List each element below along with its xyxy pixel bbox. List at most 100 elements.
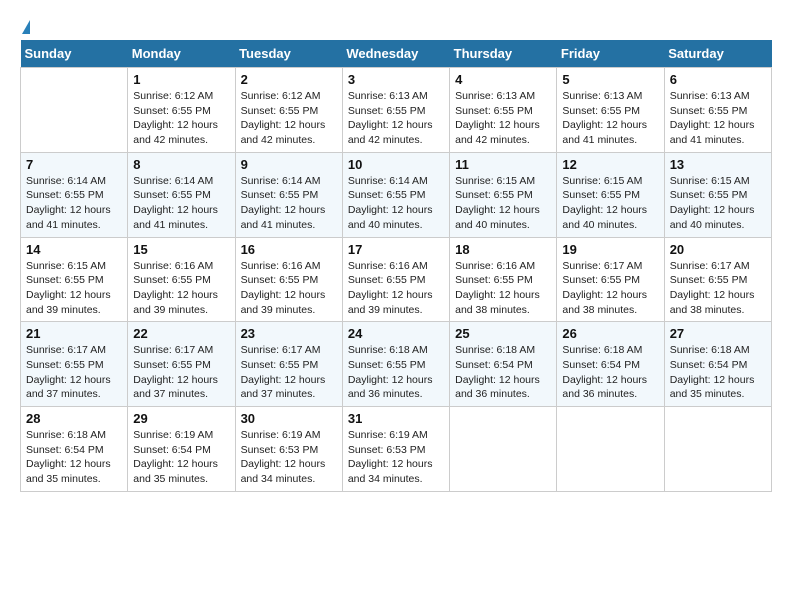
day-info: Sunrise: 6:13 AM Sunset: 6:55 PM Dayligh… <box>455 89 551 148</box>
col-header-thursday: Thursday <box>450 40 557 68</box>
day-number: 31 <box>348 411 444 426</box>
calendar-cell: 20 Sunrise: 6:17 AM Sunset: 6:55 PM Dayli… <box>664 237 771 322</box>
header-row: SundayMondayTuesdayWednesdayThursdayFrid… <box>21 40 772 68</box>
day-number: 27 <box>670 326 766 341</box>
calendar-cell: 30 Sunrise: 6:19 AM Sunset: 6:53 PM Dayli… <box>235 407 342 492</box>
day-info: Sunrise: 6:14 AM Sunset: 6:55 PM Dayligh… <box>133 174 229 233</box>
logo-triangle-icon <box>22 20 30 34</box>
day-info: Sunrise: 6:17 AM Sunset: 6:55 PM Dayligh… <box>133 343 229 402</box>
calendar-cell: 9 Sunrise: 6:14 AM Sunset: 6:55 PM Daylig… <box>235 152 342 237</box>
day-number: 11 <box>455 157 551 172</box>
day-info: Sunrise: 6:14 AM Sunset: 6:55 PM Dayligh… <box>26 174 122 233</box>
day-info: Sunrise: 6:15 AM Sunset: 6:55 PM Dayligh… <box>562 174 658 233</box>
day-number: 4 <box>455 72 551 87</box>
day-number: 16 <box>241 242 337 257</box>
day-number: 8 <box>133 157 229 172</box>
day-number: 29 <box>133 411 229 426</box>
calendar-cell: 18 Sunrise: 6:16 AM Sunset: 6:55 PM Dayli… <box>450 237 557 322</box>
day-number: 9 <box>241 157 337 172</box>
day-info: Sunrise: 6:13 AM Sunset: 6:55 PM Dayligh… <box>670 89 766 148</box>
day-info: Sunrise: 6:13 AM Sunset: 6:55 PM Dayligh… <box>348 89 444 148</box>
calendar-cell: 19Sunrise: 6:17 AM Sunset: 6:55 PM Dayli… <box>557 237 664 322</box>
calendar-cell <box>557 407 664 492</box>
day-info: Sunrise: 6:14 AM Sunset: 6:55 PM Dayligh… <box>241 174 337 233</box>
calendar-cell: 23Sunrise: 6:17 AM Sunset: 6:55 PM Dayli… <box>235 322 342 407</box>
day-info: Sunrise: 6:16 AM Sunset: 6:55 PM Dayligh… <box>241 259 337 318</box>
calendar-cell: 27 Sunrise: 6:18 AM Sunset: 6:54 PM Dayli… <box>664 322 771 407</box>
calendar-cell: 7 Sunrise: 6:14 AM Sunset: 6:55 PM Daylig… <box>21 152 128 237</box>
calendar-cell: 15 Sunrise: 6:16 AM Sunset: 6:55 PM Dayli… <box>128 237 235 322</box>
calendar-cell: 13 Sunrise: 6:15 AM Sunset: 6:55 PM Dayli… <box>664 152 771 237</box>
col-header-tuesday: Tuesday <box>235 40 342 68</box>
col-header-saturday: Saturday <box>664 40 771 68</box>
day-info: Sunrise: 6:15 AM Sunset: 6:55 PM Dayligh… <box>670 174 766 233</box>
day-info: Sunrise: 6:19 AM Sunset: 6:53 PM Dayligh… <box>241 428 337 487</box>
week-row-3: 14Sunrise: 6:15 AM Sunset: 6:55 PM Dayli… <box>21 237 772 322</box>
day-info: Sunrise: 6:14 AM Sunset: 6:55 PM Dayligh… <box>348 174 444 233</box>
day-info: Sunrise: 6:16 AM Sunset: 6:55 PM Dayligh… <box>455 259 551 318</box>
calendar-table: SundayMondayTuesdayWednesdayThursdayFrid… <box>20 40 772 492</box>
calendar-cell <box>664 407 771 492</box>
day-number: 30 <box>241 411 337 426</box>
day-info: Sunrise: 6:19 AM Sunset: 6:53 PM Dayligh… <box>348 428 444 487</box>
day-info: Sunrise: 6:19 AM Sunset: 6:54 PM Dayligh… <box>133 428 229 487</box>
calendar-cell: 17 Sunrise: 6:16 AM Sunset: 6:55 PM Dayli… <box>342 237 449 322</box>
day-number: 19 <box>562 242 658 257</box>
calendar-cell <box>450 407 557 492</box>
day-info: Sunrise: 6:12 AM Sunset: 6:55 PM Dayligh… <box>241 89 337 148</box>
day-info: Sunrise: 6:15 AM Sunset: 6:55 PM Dayligh… <box>455 174 551 233</box>
calendar-cell: 25Sunrise: 6:18 AM Sunset: 6:54 PM Dayli… <box>450 322 557 407</box>
page-header <box>20 20 772 34</box>
calendar-cell: 11 Sunrise: 6:15 AM Sunset: 6:55 PM Dayli… <box>450 152 557 237</box>
day-info: Sunrise: 6:17 AM Sunset: 6:55 PM Dayligh… <box>241 343 337 402</box>
calendar-cell: 21 Sunrise: 6:17 AM Sunset: 6:55 PM Dayli… <box>21 322 128 407</box>
day-number: 20 <box>670 242 766 257</box>
day-number: 24 <box>348 326 444 341</box>
day-number: 13 <box>670 157 766 172</box>
day-number: 15 <box>133 242 229 257</box>
calendar-cell: 4 Sunrise: 6:13 AM Sunset: 6:55 PM Daylig… <box>450 68 557 153</box>
day-number: 7 <box>26 157 122 172</box>
day-number: 28 <box>26 411 122 426</box>
day-number: 17 <box>348 242 444 257</box>
week-row-2: 7 Sunrise: 6:14 AM Sunset: 6:55 PM Daylig… <box>21 152 772 237</box>
day-number: 25 <box>455 326 551 341</box>
calendar-cell <box>21 68 128 153</box>
day-info: Sunrise: 6:18 AM Sunset: 6:54 PM Dayligh… <box>562 343 658 402</box>
week-row-5: 28 Sunrise: 6:18 AM Sunset: 6:54 PM Dayli… <box>21 407 772 492</box>
calendar-cell: 5Sunrise: 6:13 AM Sunset: 6:55 PM Daylig… <box>557 68 664 153</box>
week-row-4: 21 Sunrise: 6:17 AM Sunset: 6:55 PM Dayli… <box>21 322 772 407</box>
day-number: 21 <box>26 326 122 341</box>
day-number: 18 <box>455 242 551 257</box>
col-header-wednesday: Wednesday <box>342 40 449 68</box>
calendar-cell: 22 Sunrise: 6:17 AM Sunset: 6:55 PM Dayli… <box>128 322 235 407</box>
day-info: Sunrise: 6:17 AM Sunset: 6:55 PM Dayligh… <box>670 259 766 318</box>
day-number: 6 <box>670 72 766 87</box>
calendar-cell: 26Sunrise: 6:18 AM Sunset: 6:54 PM Dayli… <box>557 322 664 407</box>
day-number: 10 <box>348 157 444 172</box>
day-info: Sunrise: 6:16 AM Sunset: 6:55 PM Dayligh… <box>348 259 444 318</box>
day-number: 3 <box>348 72 444 87</box>
calendar-cell: 14Sunrise: 6:15 AM Sunset: 6:55 PM Dayli… <box>21 237 128 322</box>
col-header-friday: Friday <box>557 40 664 68</box>
day-number: 14 <box>26 242 122 257</box>
day-number: 12 <box>562 157 658 172</box>
logo <box>20 20 30 34</box>
day-info: Sunrise: 6:16 AM Sunset: 6:55 PM Dayligh… <box>133 259 229 318</box>
day-number: 2 <box>241 72 337 87</box>
day-number: 22 <box>133 326 229 341</box>
day-info: Sunrise: 6:12 AM Sunset: 6:55 PM Dayligh… <box>133 89 229 148</box>
day-info: Sunrise: 6:18 AM Sunset: 6:54 PM Dayligh… <box>670 343 766 402</box>
calendar-cell: 10 Sunrise: 6:14 AM Sunset: 6:55 PM Dayli… <box>342 152 449 237</box>
day-info: Sunrise: 6:17 AM Sunset: 6:55 PM Dayligh… <box>26 343 122 402</box>
calendar-cell: 28 Sunrise: 6:18 AM Sunset: 6:54 PM Dayli… <box>21 407 128 492</box>
calendar-cell: 6 Sunrise: 6:13 AM Sunset: 6:55 PM Daylig… <box>664 68 771 153</box>
day-info: Sunrise: 6:18 AM Sunset: 6:55 PM Dayligh… <box>348 343 444 402</box>
day-number: 5 <box>562 72 658 87</box>
calendar-cell: 1Sunrise: 6:12 AM Sunset: 6:55 PM Daylig… <box>128 68 235 153</box>
calendar-cell: 31 Sunrise: 6:19 AM Sunset: 6:53 PM Dayli… <box>342 407 449 492</box>
day-info: Sunrise: 6:18 AM Sunset: 6:54 PM Dayligh… <box>26 428 122 487</box>
week-row-1: 1Sunrise: 6:12 AM Sunset: 6:55 PM Daylig… <box>21 68 772 153</box>
col-header-monday: Monday <box>128 40 235 68</box>
calendar-cell: 2 Sunrise: 6:12 AM Sunset: 6:55 PM Daylig… <box>235 68 342 153</box>
